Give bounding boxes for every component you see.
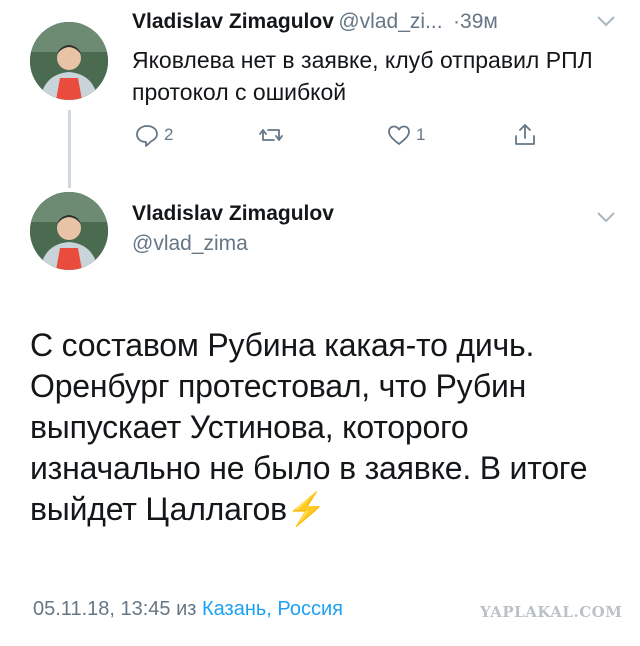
reply-count: 2 [164,125,174,144]
retweet-icon [259,129,283,141]
tweet-metadata: 05.11.18, 13:45 из Казань, Россия [33,598,343,621]
share-icon [515,124,535,145]
retweet-action[interactable] [258,120,288,150]
time-separator: · [453,10,461,33]
reply-icon [136,125,158,147]
watermark: YAPLAKAL.COM [480,603,623,621]
tweet-text: С составом Рубина какая-то дичь. Оренбур… [30,325,630,530]
author-name[interactable]: Vladislav Zimagulov [132,10,334,33]
lightning-emoji: ⚡ [286,491,327,527]
avatar-photo [30,22,108,100]
author-handle[interactable]: @vlad_zi... [338,10,442,33]
tweet-date[interactable]: 05.11.18, 13:45 [33,598,171,620]
tweet-text: Яковлева нет в заявке, клуб отправил РПЛ… [132,47,593,105]
like-icon [388,125,410,145]
share-action[interactable] [512,120,538,150]
avatar-photo [30,192,108,270]
chevron-down-icon[interactable] [596,14,616,28]
tweet-header: Vladislav Zimagulov @vlad_zi... ·39м [132,10,498,34]
location-link[interactable]: Казань, Россия [202,598,343,620]
avatar[interactable] [30,192,108,270]
author-name[interactable]: Vladislav Zimagulov [132,202,334,226]
timestamp[interactable]: 39м [460,10,498,33]
reply-action[interactable]: 2 [134,120,173,150]
chevron-down-icon[interactable] [596,210,616,224]
location-prefix: из [176,598,197,620]
avatar[interactable] [30,22,108,100]
author-handle[interactable]: @vlad_zima [132,232,334,256]
like-action[interactable]: 1 [386,120,425,150]
tweet-header: Vladislav Zimagulov @vlad_zima [132,202,334,256]
like-count: 1 [416,125,426,144]
thread-connector-line [68,110,71,188]
